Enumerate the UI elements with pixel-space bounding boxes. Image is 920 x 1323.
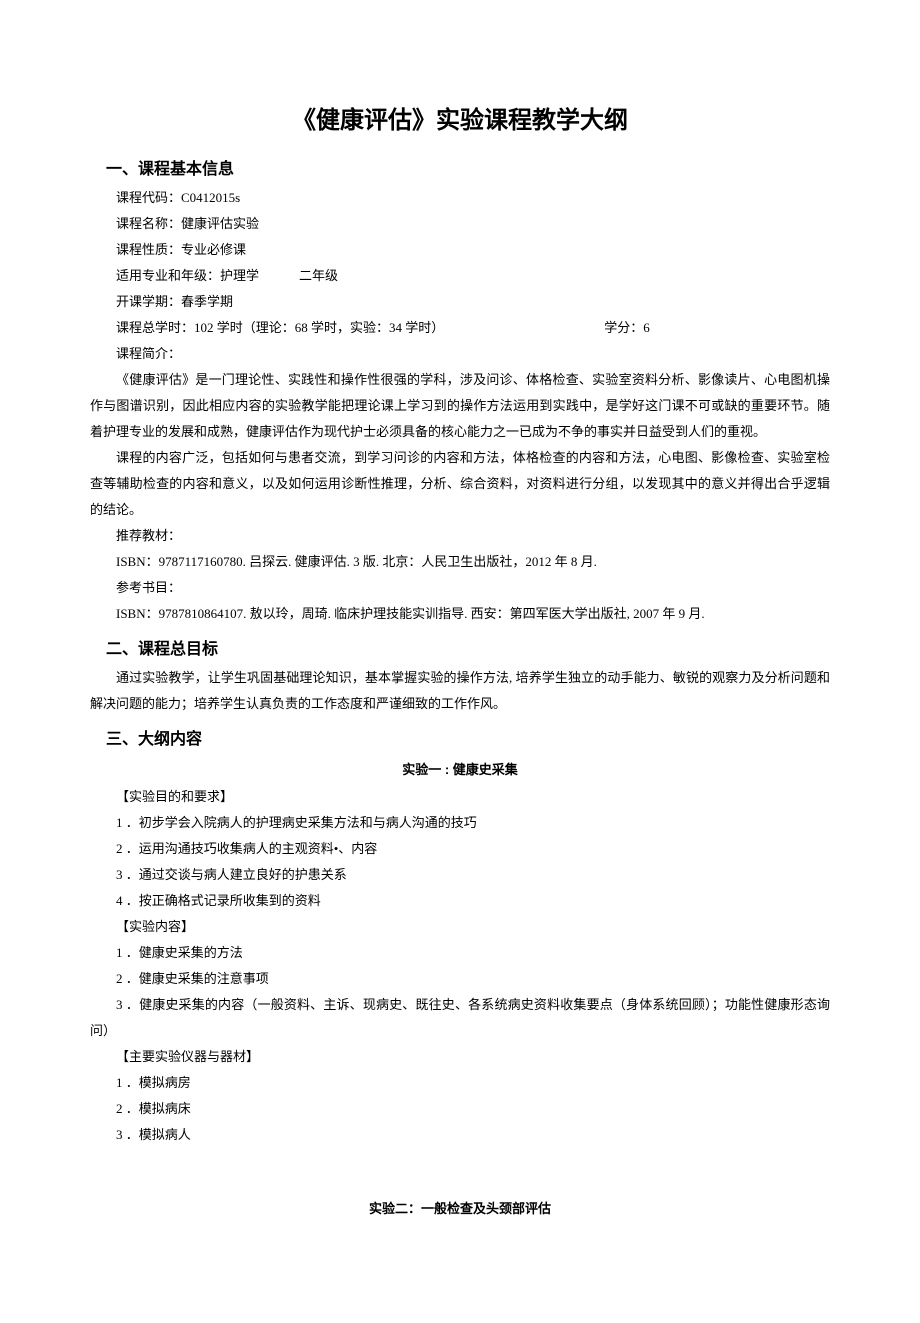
ref-label-line: 参考书目： [90, 575, 830, 601]
semester-line: 开课学期：春季学期 [90, 289, 830, 315]
credit-label: 学分： [604, 320, 643, 335]
credit: 6 [643, 320, 650, 335]
intro-label-line: 课程简介： [90, 341, 830, 367]
semester: 春季学期 [181, 294, 233, 309]
course-code-label: 课程代码： [116, 190, 181, 205]
intro-p1: 《健康评估》是一门理论性、实践性和操作性很强的学科，涉及问诊、体格检查、实验室资… [90, 367, 830, 445]
exp2-title: 实验二：一般检查及头颈部评估 [90, 1198, 830, 1217]
section3-heading: 三、大纲内容 [90, 725, 830, 749]
exp1-purpose-4: 4 ．按正确格式记录所收集到的资料 [90, 888, 830, 914]
course-nature-label: 课程性质： [116, 242, 181, 257]
exp1-equip-heading: 【主要实验仪器与器材】 [90, 1044, 830, 1070]
apply-label: 适用专业和年级： [116, 268, 220, 283]
section1-heading: 一、课程基本信息 [90, 155, 830, 179]
intro-label: 课程简介： [116, 346, 181, 361]
exp1-title: 实验一 : 健康史采集 [90, 759, 830, 778]
section2-heading: 二、课程总目标 [90, 635, 830, 659]
textbook-label: 推荐教材： [116, 528, 181, 543]
course-code-line: 课程代码：C0412015s [90, 185, 830, 211]
exp1-content-1: 1 ．健康史采集的方法 [90, 940, 830, 966]
exp1-equip-3: 3 ．模拟病人 [90, 1122, 830, 1148]
semester-label: 开课学期： [116, 294, 181, 309]
course-name: 健康评估实验 [181, 216, 259, 231]
exp1-purpose-2: 2 ．运用沟通技巧收集病人的主观资料•、内容 [90, 836, 830, 862]
course-name-line: 课程名称：健康评估实验 [90, 211, 830, 237]
exp1-equip-1: 1 ．模拟病房 [90, 1070, 830, 1096]
exp1-purpose-heading: 【实验目的和要求】 [90, 784, 830, 810]
hours: 102 学时（理论：68 学时，实验：34 学时） [194, 320, 444, 335]
hours-label: 课程总学时： [116, 320, 194, 335]
course-nature: 专业必修课 [181, 242, 246, 257]
exp1-purpose-1: 1 ．初步学会入院病人的护理病史采集方法和与病人沟通的技巧 [90, 810, 830, 836]
exp1-content-3: 3 ．健康史采集的内容（一般资料、主诉、现病史、既往史、各系统病史资料收集要点（… [90, 992, 830, 1044]
ref-line: ISBN：9787810864107. 敖以玲，周琦. 临床护理技能实训指导. … [90, 601, 830, 627]
textbook-label-line: 推荐教材： [90, 523, 830, 549]
textbook-line: ISBN：9787117160780. 吕探云. 健康评估. 3 版. 北京：人… [90, 549, 830, 575]
apply-line: 适用专业和年级：护理学 二年级 [90, 263, 830, 289]
exp1-content-2: 2 ．健康史采集的注意事项 [90, 966, 830, 992]
page-title: 《健康评估》实验课程教学大纲 [90, 100, 830, 135]
exp1-content-heading: 【实验内容】 [90, 914, 830, 940]
exp1-equip-2: 2 ．模拟病床 [90, 1096, 830, 1122]
ref-label: 参考书目： [116, 580, 181, 595]
course-nature-line: 课程性质：专业必修课 [90, 237, 830, 263]
apply-grade: 二年级 [299, 268, 338, 283]
hours-line: 课程总学时：102 学时（理论：68 学时，实验：34 学时） 学分：6 [90, 315, 830, 341]
course-name-label: 课程名称： [116, 216, 181, 231]
intro-p2: 课程的内容广泛，包括如何与患者交流，到学习问诊的内容和方法，体格检查的内容和方法… [90, 445, 830, 523]
course-code: C0412015s [181, 190, 240, 205]
exp1-purpose-3: 3 ．通过交谈与病人建立良好的护患关系 [90, 862, 830, 888]
apply-major: 护理学 [220, 268, 259, 283]
section2-body: 通过实验教学，让学生巩固基础理论知识，基本掌握实验的操作方法, 培养学生独立的动… [90, 665, 830, 717]
